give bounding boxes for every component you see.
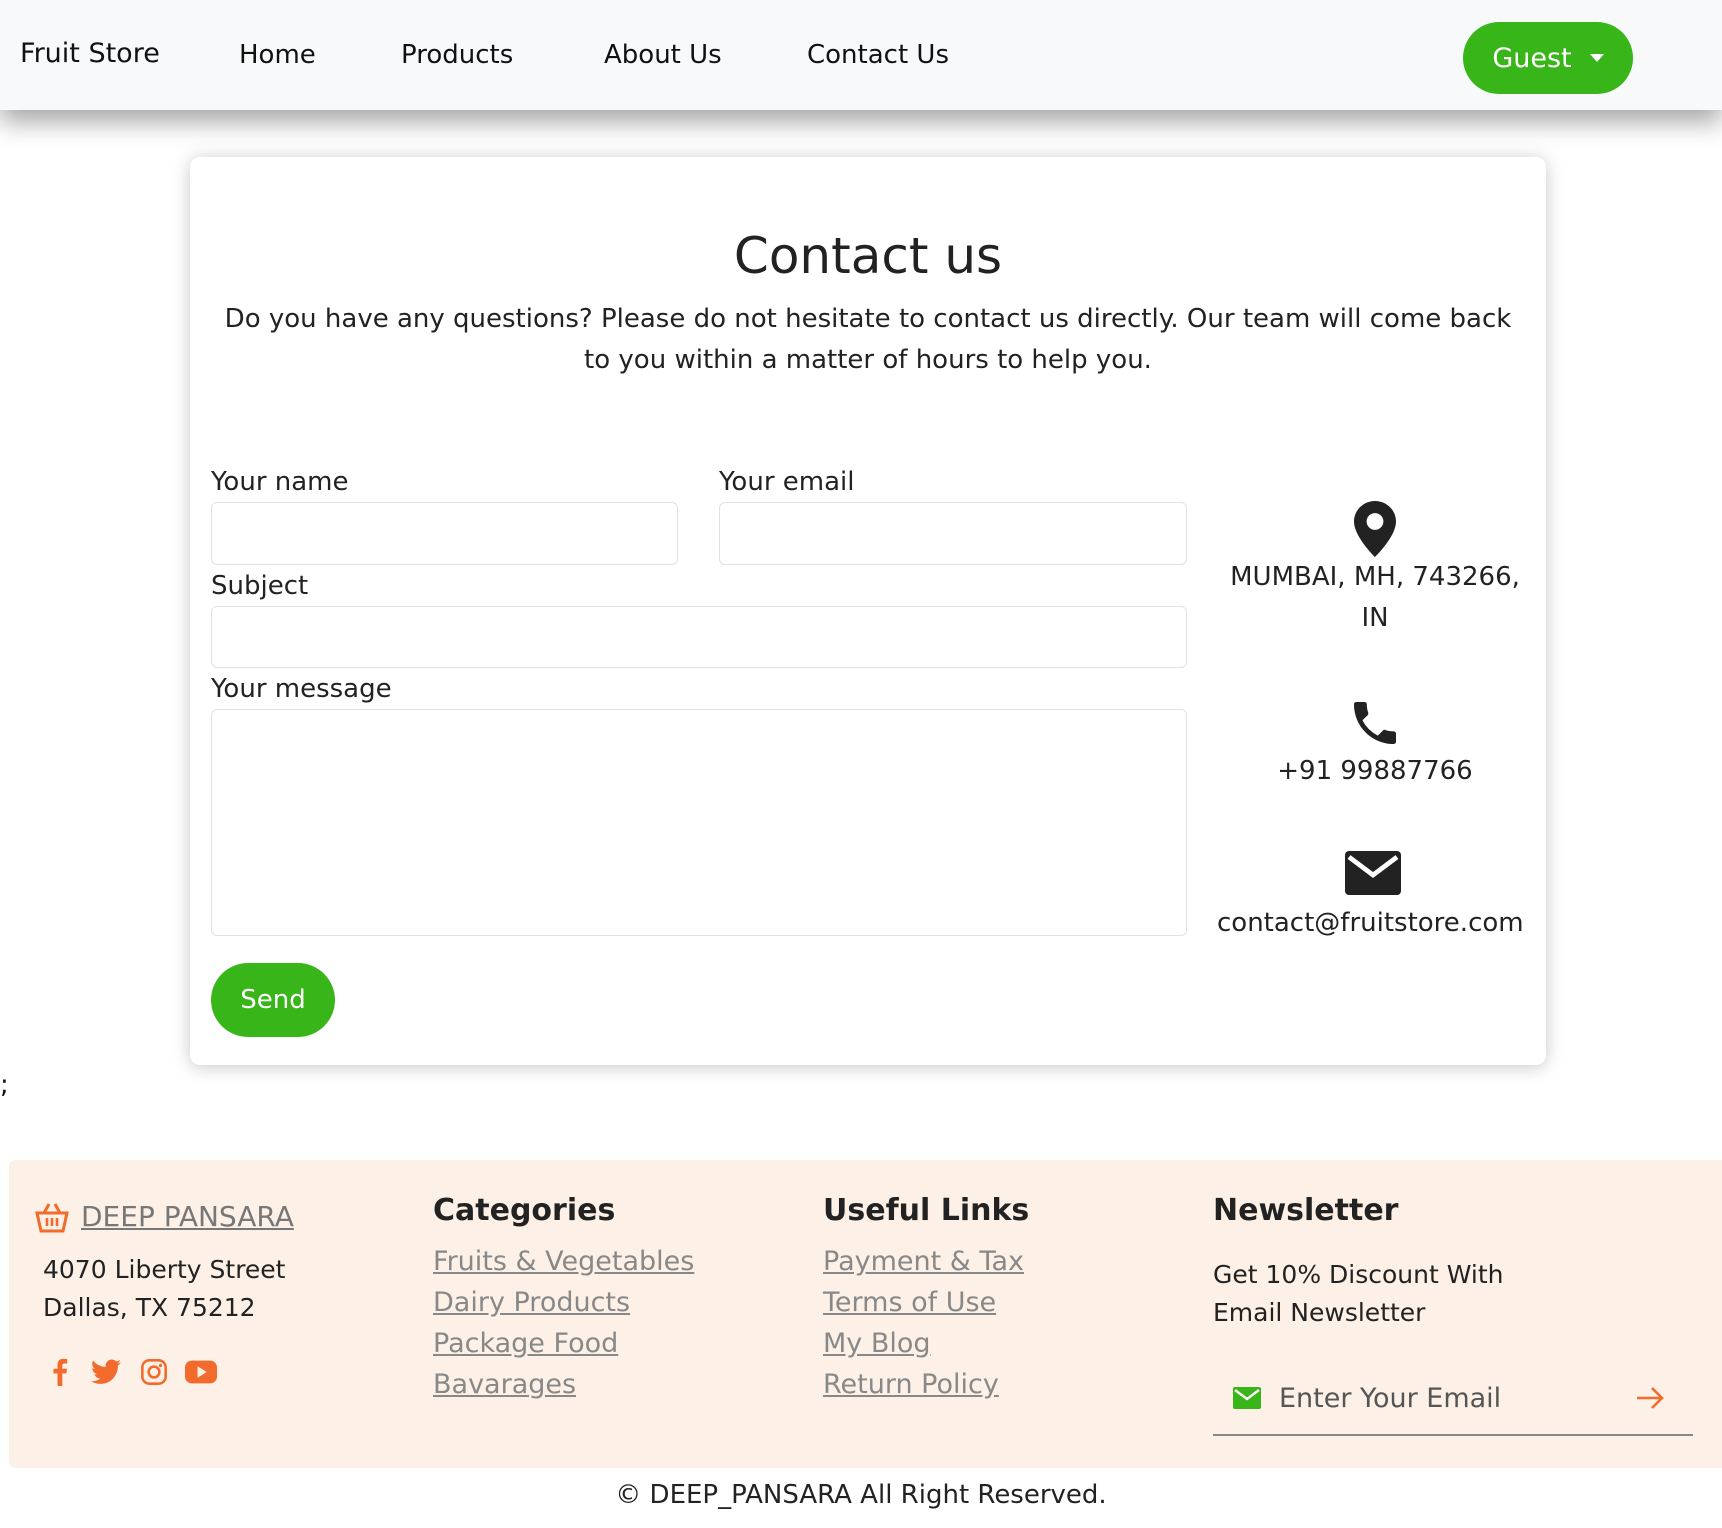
address-line2: IN xyxy=(1361,603,1389,633)
navbar: Fruit Store Home Products About Us Conta… xyxy=(0,0,1722,110)
category-link-package[interactable]: Package Food xyxy=(433,1328,618,1359)
phone-icon xyxy=(1354,702,1396,744)
copyright-text: © DEEP_PANSARA All Right Reserved. xyxy=(615,1480,1107,1510)
address-block: MUMBAI, MH, 743266, IN xyxy=(1220,501,1530,639)
address-line1: MUMBAI, MH, 743266, xyxy=(1230,562,1520,592)
twitter-icon[interactable] xyxy=(90,1356,122,1388)
page-title: Contact us xyxy=(733,227,1003,285)
subject-input[interactable] xyxy=(211,606,1187,668)
youtube-icon[interactable] xyxy=(185,1356,217,1388)
footer-address: 4070 Liberty Street Dallas, TX 75212 xyxy=(43,1255,286,1322)
caret-down-icon xyxy=(1589,54,1604,62)
basket-icon xyxy=(35,1202,69,1232)
footer-brand[interactable]: DEEP PANSARA xyxy=(35,1200,294,1233)
message-label: Your message xyxy=(211,674,392,704)
useful-link-terms[interactable]: Terms of Use xyxy=(823,1287,996,1318)
map-pin-icon xyxy=(1354,501,1396,557)
stray-semicolon: ; xyxy=(0,1070,9,1100)
nav-contact[interactable]: Contact Us xyxy=(807,40,949,70)
useful-link-return[interactable]: Return Policy xyxy=(823,1369,999,1400)
category-link-fruits[interactable]: Fruits & Vegetables xyxy=(433,1246,694,1277)
envelope-icon xyxy=(1345,851,1401,895)
newsletter-placeholder: Enter Your Email xyxy=(1279,1382,1502,1414)
newsletter-title: Newsletter xyxy=(1213,1193,1399,1228)
nav-home[interactable]: Home xyxy=(239,40,316,70)
email-input[interactable] xyxy=(719,502,1187,565)
name-label: Your name xyxy=(211,467,349,497)
facebook-icon[interactable] xyxy=(44,1356,76,1388)
phone-number[interactable]: +91 99887766 xyxy=(1220,751,1530,792)
categories-title: Categories xyxy=(433,1193,616,1228)
useful-links-title: Useful Links xyxy=(823,1193,1030,1228)
nav-about[interactable]: About Us xyxy=(604,40,722,70)
message-textarea[interactable] xyxy=(211,709,1187,936)
guest-dropdown-button[interactable]: Guest xyxy=(1463,22,1633,94)
brand-link[interactable]: Fruit Store xyxy=(20,38,160,69)
useful-link-blog[interactable]: My Blog xyxy=(823,1328,931,1359)
useful-link-payment[interactable]: Payment & Tax xyxy=(823,1246,1024,1277)
guest-label: Guest xyxy=(1492,42,1572,74)
contact-lead: Do you have any questions? Please do not… xyxy=(224,304,1512,375)
instagram-icon[interactable] xyxy=(138,1356,170,1388)
contact-card: Contact us Do you have any questions? Pl… xyxy=(190,157,1546,1065)
nav-products[interactable]: Products xyxy=(401,40,513,70)
arrow-right-icon[interactable] xyxy=(1635,1386,1665,1410)
envelope-icon xyxy=(1233,1387,1261,1409)
newsletter-email-input[interactable]: Enter Your Email xyxy=(1213,1362,1693,1436)
category-link-beverages[interactable]: Bavarages xyxy=(433,1369,576,1400)
newsletter-text: Get 10% Discount With Email Newsletter xyxy=(1213,1260,1504,1327)
footer-brand-label: DEEP PANSARA xyxy=(81,1200,294,1233)
email-label: Your email xyxy=(719,467,855,497)
category-link-dairy[interactable]: Dairy Products xyxy=(433,1287,630,1318)
email-address[interactable]: contact@fruitstore.com xyxy=(1217,903,1560,944)
name-input[interactable] xyxy=(211,502,678,565)
email-block: contact@fruitstore.com xyxy=(1217,851,1560,944)
phone-block: +91 99887766 xyxy=(1220,695,1530,792)
send-button[interactable]: Send xyxy=(211,963,335,1037)
subject-label: Subject xyxy=(211,571,309,601)
